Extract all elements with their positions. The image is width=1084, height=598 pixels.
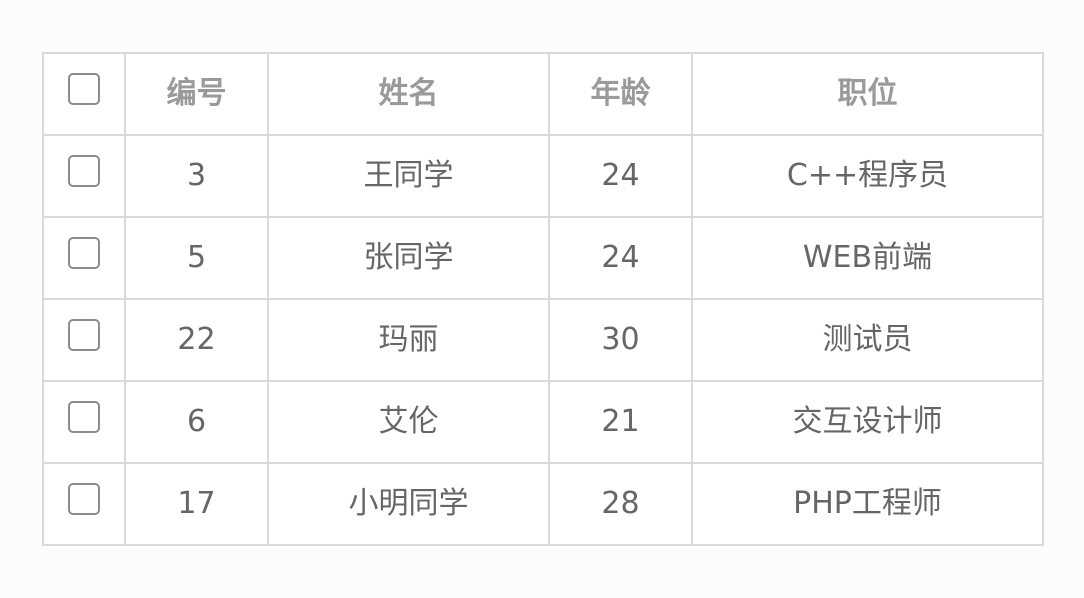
row-checkbox[interactable] xyxy=(68,319,100,351)
cell-age: 28 xyxy=(548,462,693,546)
cell-position: WEB前端 xyxy=(691,216,1044,300)
cell-id: 5 xyxy=(124,216,269,300)
cell-age: 21 xyxy=(548,380,693,464)
cell-name: 艾伦 xyxy=(267,380,550,464)
cell-name: 小明同学 xyxy=(267,462,550,546)
table-row[interactable]: 22 玛丽 30 测试员 xyxy=(42,298,1044,382)
cell-id: 6 xyxy=(124,380,269,464)
header-age[interactable]: 年龄 xyxy=(548,52,693,136)
cell-position: 测试员 xyxy=(691,298,1044,382)
table-row[interactable]: 17 小明同学 28 PHP工程师 xyxy=(42,462,1044,546)
row-select-cell xyxy=(42,216,126,300)
cell-name: 玛丽 xyxy=(267,298,550,382)
cell-name: 王同学 xyxy=(267,134,550,218)
cell-id: 3 xyxy=(124,134,269,218)
cell-position: 交互设计师 xyxy=(691,380,1044,464)
cell-id: 17 xyxy=(124,462,269,546)
employee-table: 编号 姓名 年龄 职位 3 王同学 24 C++程序员 5 张同学 24 WEB… xyxy=(42,52,1044,546)
cell-position: PHP工程师 xyxy=(691,462,1044,546)
row-checkbox[interactable] xyxy=(68,483,100,515)
row-select-cell xyxy=(42,298,126,382)
cell-id: 22 xyxy=(124,298,269,382)
row-select-cell xyxy=(42,134,126,218)
row-checkbox[interactable] xyxy=(68,237,100,269)
row-select-cell xyxy=(42,462,126,546)
header-position[interactable]: 职位 xyxy=(691,52,1044,136)
table-row[interactable]: 3 王同学 24 C++程序员 xyxy=(42,134,1044,218)
table-row[interactable]: 5 张同学 24 WEB前端 xyxy=(42,216,1044,300)
row-select-cell xyxy=(42,380,126,464)
cell-age: 24 xyxy=(548,134,693,218)
cell-name: 张同学 xyxy=(267,216,550,300)
header-id[interactable]: 编号 xyxy=(124,52,269,136)
data-table-container: 编号 姓名 年龄 职位 3 王同学 24 C++程序员 5 张同学 24 WEB… xyxy=(42,52,1044,546)
row-checkbox[interactable] xyxy=(68,155,100,187)
cell-position: C++程序员 xyxy=(691,134,1044,218)
select-all-checkbox[interactable] xyxy=(68,73,100,105)
cell-age: 24 xyxy=(548,216,693,300)
header-name[interactable]: 姓名 xyxy=(267,52,550,136)
row-checkbox[interactable] xyxy=(68,401,100,433)
header-select-cell xyxy=(42,52,126,136)
table-row[interactable]: 6 艾伦 21 交互设计师 xyxy=(42,380,1044,464)
cell-age: 30 xyxy=(548,298,693,382)
table-header-row: 编号 姓名 年龄 职位 xyxy=(42,52,1044,136)
